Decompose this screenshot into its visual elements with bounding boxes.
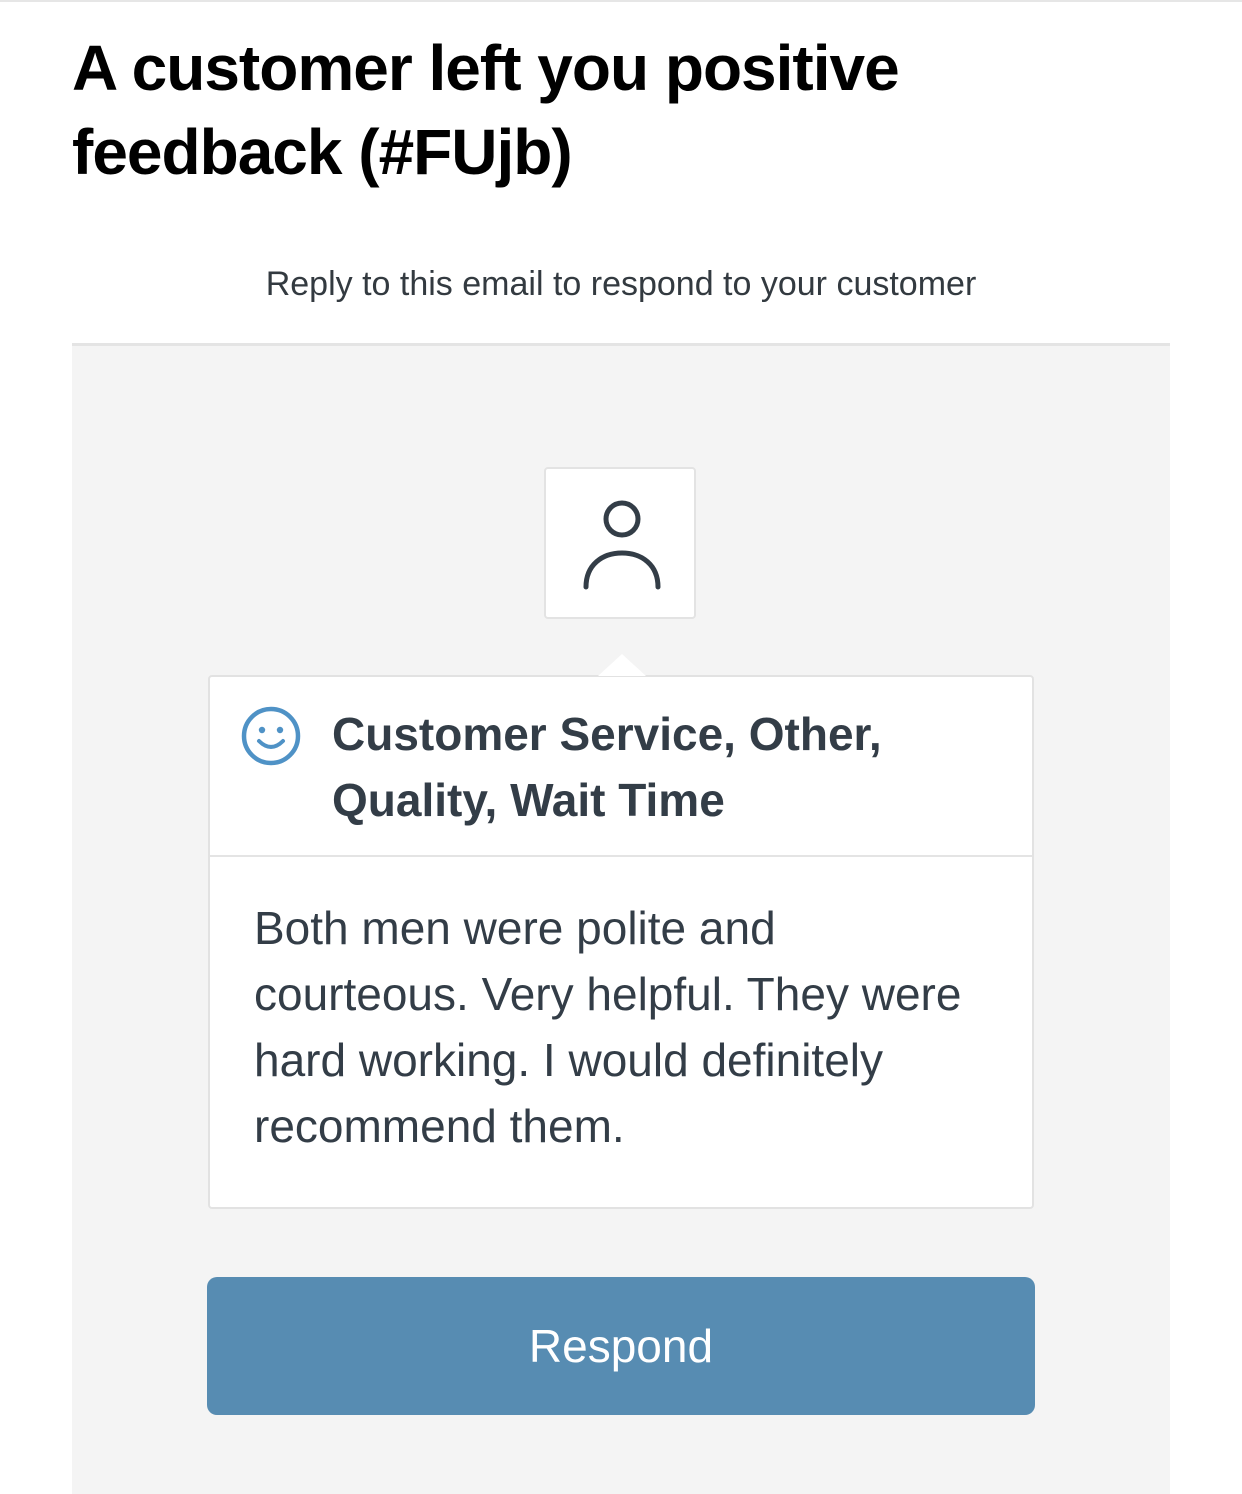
top-divider	[0, 0, 1242, 2]
feedback-tags: Customer Service, Other, Quality, Wait T…	[332, 708, 882, 826]
person-icon	[583, 500, 661, 590]
page-title: A customer left you positive feedback (#…	[72, 32, 900, 188]
respond-button[interactable]: Respond	[207, 1277, 1035, 1415]
card-pointer	[598, 654, 646, 676]
smiley-face-icon	[241, 706, 301, 766]
feedback-card: Customer Service, Other, Quality, Wait T…	[208, 675, 1034, 1209]
customer-avatar	[544, 467, 696, 619]
feedback-card-header: Customer Service, Other, Quality, Wait T…	[210, 677, 1032, 857]
feedback-comment: Both men were polite and courteous. Very…	[254, 902, 962, 1152]
reply-instructions: Reply to this email to respond to your c…	[265, 265, 977, 303]
